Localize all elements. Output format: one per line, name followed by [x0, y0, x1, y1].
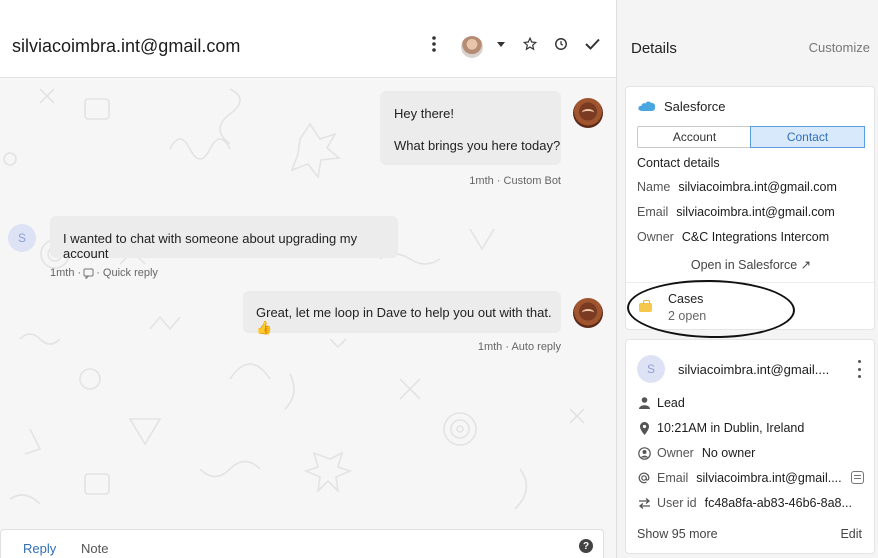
- at-icon: [637, 471, 651, 485]
- attribute-value: fc48a8fa-ab83-46b6-8a8...: [704, 496, 852, 510]
- attribute-key: User id: [657, 496, 697, 510]
- location-pin-icon: [637, 421, 651, 435]
- tab-contact[interactable]: Contact: [750, 126, 865, 148]
- attribute-email: Email silviacoimbra.int@gmail....: [637, 471, 842, 485]
- conversation-header: silviacoimbra.int@gmail.com: [0, 0, 616, 78]
- snooze-clock-icon[interactable]: [551, 34, 571, 54]
- swap-arrows-icon: [637, 496, 651, 510]
- message-text: Great, let me loop in Dave to help you o…: [256, 305, 552, 335]
- edit-button[interactable]: Edit: [840, 527, 862, 541]
- attribute-role: Lead: [637, 396, 685, 410]
- details-panel: Details Customize Salesforce Account Con…: [616, 0, 878, 558]
- attribute-value: No owner: [701, 446, 756, 460]
- details-header: Details Customize: [617, 0, 878, 78]
- attribute-value: 10:21AM in Dublin, Ireland: [657, 421, 805, 435]
- message-meta-time: 1mth ·: [50, 267, 82, 279]
- salesforce-card: Salesforce Account Contact Contact detai…: [625, 86, 876, 330]
- cases-count: 2 open: [668, 309, 707, 323]
- user-avatar: S: [8, 224, 36, 252]
- message-meta-tail: · Quick reply: [96, 267, 158, 279]
- bot-avatar: [573, 98, 603, 128]
- attribute-key: Owner: [657, 446, 694, 460]
- more-vertical-icon[interactable]: [854, 360, 864, 378]
- person-icon: [637, 396, 651, 410]
- contact-field-owner: Owner C&C Integrations Intercom: [637, 230, 829, 244]
- attribute-value: silviacoimbra.int@gmail....: [696, 471, 842, 485]
- contact-field-email: Email silviacoimbra.int@gmail.com: [637, 205, 835, 219]
- message-text: What brings you here today?: [394, 138, 561, 153]
- conversation-panel: silviacoimbra.int@gmail.com Hey there! W…: [0, 0, 616, 558]
- star-icon[interactable]: [520, 34, 540, 54]
- bot-avatar: [573, 298, 603, 328]
- copy-icon[interactable]: [851, 471, 864, 484]
- owner-icon: [637, 446, 651, 460]
- show-more-button[interactable]: Show 95 more: [637, 527, 718, 541]
- quick-reply-icon: [83, 268, 94, 279]
- chevron-down-icon[interactable]: [491, 34, 511, 54]
- field-value: silviacoimbra.int@gmail.com: [678, 180, 837, 194]
- contact-field-name: Name silviacoimbra.int@gmail.com: [637, 180, 837, 194]
- tab-reply[interactable]: Reply: [23, 541, 56, 556]
- contact-details-title: Contact details: [637, 156, 720, 170]
- field-value: C&C Integrations Intercom: [681, 230, 830, 244]
- user-message-bubble: I wanted to chat with someone about upgr…: [50, 216, 398, 261]
- cases-title[interactable]: Cases: [668, 292, 703, 306]
- message-meta: 1mth · Custom Bot: [469, 175, 561, 187]
- user-card: S silviacoimbra.int@gmail.... Lead 10:21…: [625, 339, 875, 554]
- bot-message-bubble: Hey there! What brings you here today?: [380, 91, 561, 165]
- user-name[interactable]: silviacoimbra.int@gmail....: [678, 362, 829, 377]
- field-key: Owner: [637, 230, 674, 244]
- message-text: Hey there!: [394, 106, 454, 121]
- attribute-key: Email: [657, 471, 689, 485]
- field-key: Name: [637, 180, 671, 194]
- bot-message-bubble: Great, let me loop in Dave to help you o…: [243, 291, 561, 335]
- assignee-avatar[interactable]: [461, 36, 483, 58]
- attribute-location: 10:21AM in Dublin, Ireland: [637, 421, 804, 435]
- divider: [626, 282, 876, 283]
- tab-account[interactable]: Account: [638, 127, 751, 147]
- customize-button[interactable]: Customize: [809, 40, 870, 55]
- message-meta: 1mth · · Quick reply: [50, 267, 158, 279]
- close-check-icon[interactable]: [582, 34, 602, 54]
- salesforce-title: Salesforce: [664, 99, 726, 114]
- field-key: Email: [637, 205, 669, 219]
- composer: Reply Note ?: [0, 529, 604, 558]
- help-icon[interactable]: ?: [579, 539, 593, 553]
- tab-note[interactable]: Note: [81, 541, 108, 556]
- attribute-user-id: User id fc48a8fa-ab83-46b6-8a8...: [637, 496, 852, 510]
- message-text: I wanted to chat with someone about upgr…: [63, 231, 358, 261]
- open-in-salesforce-link[interactable]: Open in Salesforce ↗: [626, 257, 876, 272]
- more-vertical-icon[interactable]: [424, 34, 444, 54]
- message-meta: 1mth · Auto reply: [477, 341, 561, 353]
- details-title: Details: [631, 40, 677, 57]
- attribute-owner: Owner No owner: [637, 446, 755, 460]
- account-contact-toggle: Account Contact: [637, 126, 865, 148]
- field-value: silviacoimbra.int@gmail.com: [676, 205, 835, 219]
- briefcase-icon: [639, 300, 652, 312]
- user-avatar: S: [637, 355, 665, 383]
- attribute-value: Lead: [657, 396, 685, 410]
- salesforce-cloud-icon: [638, 101, 656, 111]
- conversation-title: silviacoimbra.int@gmail.com: [12, 36, 241, 56]
